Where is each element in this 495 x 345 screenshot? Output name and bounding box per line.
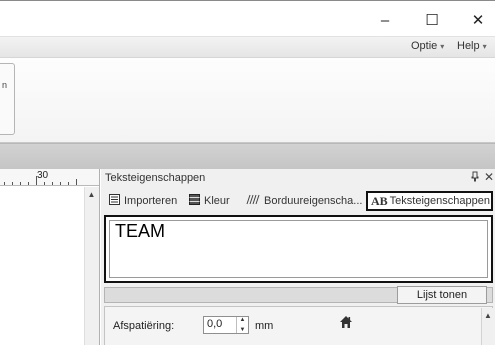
tab-color-label: Kleur xyxy=(204,195,230,207)
design-canvas-pane: 30 ▲ xyxy=(0,169,100,345)
text-input-field[interactable]: TEAM xyxy=(104,215,493,283)
grid-scroll-up-icon[interactable]: ▲ xyxy=(481,308,494,345)
spin-buttons[interactable]: ▲ ▼ xyxy=(236,317,248,333)
chevron-down-icon: ▾ xyxy=(482,42,487,51)
text-input-frame xyxy=(109,220,488,278)
horizontal-ruler: 30 xyxy=(0,169,99,186)
spin-down-icon[interactable]: ▼ xyxy=(240,327,246,333)
dock-header-bar xyxy=(0,143,495,169)
title-bar: – ☐ ✕ xyxy=(0,0,495,36)
maximize-button[interactable]: ☐ xyxy=(417,9,447,31)
close-window-button[interactable]: ✕ xyxy=(463,9,493,31)
panel-title: Teksteigenschappen xyxy=(105,172,206,184)
pin-icon[interactable] xyxy=(471,171,479,185)
tab-import[interactable]: Importeren xyxy=(109,192,177,210)
tab-color[interactable]: Kleur xyxy=(189,192,230,210)
property-grid: Afspatiëring: 0,0 ▲ ▼ mm ▲ xyxy=(104,306,494,345)
list-tones-button[interactable]: Lijst tonen xyxy=(397,286,487,304)
embroidery-props-icon xyxy=(246,194,260,208)
spacing-stepper[interactable]: 0,0 ▲ ▼ xyxy=(203,316,249,334)
tab-text-properties[interactable]: AB Teksteigenschappen xyxy=(366,191,493,211)
text-input-value: TEAM xyxy=(115,221,166,241)
spacing-unit: mm xyxy=(255,320,274,332)
tab-import-label: Importeren xyxy=(124,195,178,207)
menu-bar: Optie ▾ Help ▾ xyxy=(0,36,495,57)
ribbon-group-label: n xyxy=(2,80,8,90)
scroll-up-icon[interactable]: ▲ xyxy=(84,187,99,202)
vertical-scrollbar[interactable] xyxy=(84,187,99,345)
chevron-down-icon: ▾ xyxy=(440,42,445,51)
home-icon[interactable] xyxy=(339,315,353,329)
tab-embroidery-props[interactable]: Borduureigenscha... xyxy=(246,192,362,210)
color-icon xyxy=(189,194,200,208)
close-icon[interactable]: ✕ xyxy=(484,170,494,184)
tab-embroidery-props-label: Borduureigenscha... xyxy=(264,195,363,207)
menu-options[interactable]: Optie ▾ xyxy=(411,40,444,52)
ruler-label: 30 xyxy=(37,170,49,181)
minimize-button[interactable]: – xyxy=(370,9,400,31)
menu-help-label: Help xyxy=(457,40,480,52)
text-props-icon: AB xyxy=(371,193,388,208)
spacing-label: Afspatiëring: xyxy=(113,320,175,332)
text-properties-panel: Teksteigenschappen ✕ Importeren Kleur Bo… xyxy=(101,169,495,345)
tab-text-properties-label: Teksteigenschappen xyxy=(389,195,490,207)
spin-up-icon[interactable]: ▲ xyxy=(240,317,246,323)
spacing-value: 0,0 xyxy=(207,318,223,330)
menu-help[interactable]: Help ▾ xyxy=(457,40,487,52)
ribbon-group[interactable]: n xyxy=(0,63,15,135)
import-icon xyxy=(109,194,120,208)
menu-options-label: Optie xyxy=(411,40,438,52)
ribbon: n xyxy=(0,57,495,143)
